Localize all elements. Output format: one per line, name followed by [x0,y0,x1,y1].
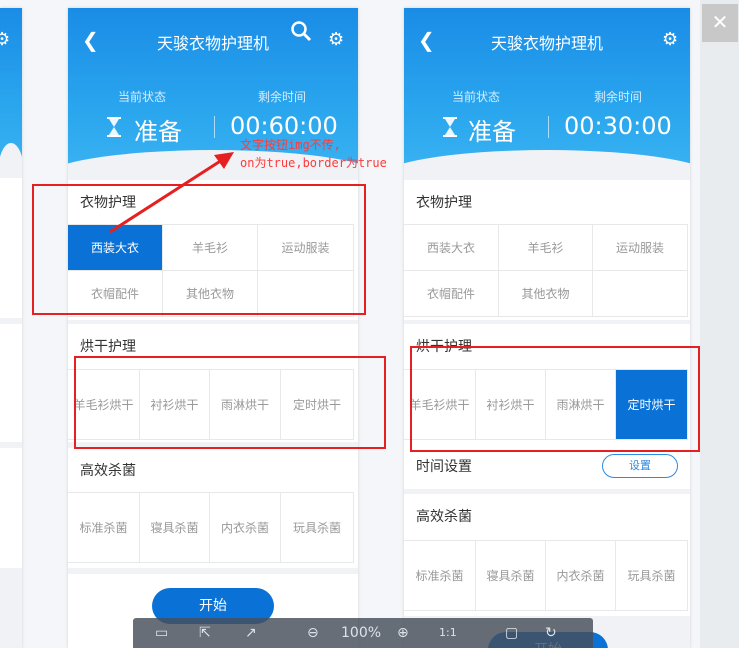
zoom-level: 100% [341,625,382,641]
annotation-text-2: on为true,border为true [240,156,387,170]
export-icon[interactable]: ⇱ [199,624,211,642]
annotation-arrow [109,152,234,234]
fit-icon[interactable]: ▢ [505,624,518,642]
zoom-in-icon[interactable]: ⊕ [397,624,409,642]
save-icon[interactable]: ▭ [155,624,168,642]
zoom-out-icon[interactable]: ⊖ [307,624,319,642]
viewer-toolbar: ▭ ⇱ ↗ ⊖ 100% ⊕ 1:1 ▢ ↻ [133,618,593,648]
annotation-text-1: 文字按钮img不传, [240,138,341,152]
share-icon[interactable]: ↗ [245,624,257,642]
rotate-icon[interactable]: ↻ [545,624,557,642]
actual-size-button[interactable]: 1:1 [439,624,457,642]
